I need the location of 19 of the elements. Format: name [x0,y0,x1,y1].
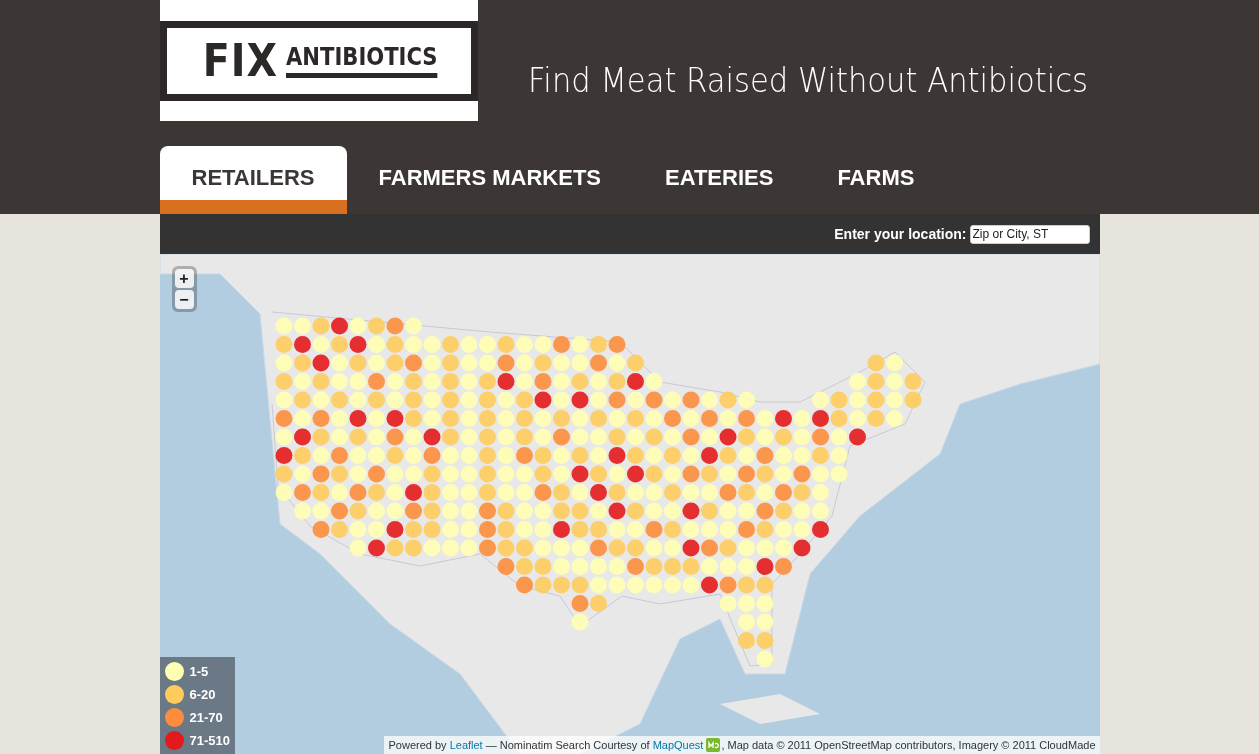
legend-label: 6-20 [189,687,216,702]
attribution-link[interactable]: Leaflet [449,739,483,751]
legend-label: 71-510 [189,733,230,748]
location-input[interactable]: Zip or City, ST [969,224,1090,244]
nav-tab[interactable]: RETAILERS [159,146,347,214]
mapquest-logo-icon [706,738,721,752]
location-label: Enter your location: [834,226,967,242]
nav-tab[interactable]: FARMS [805,146,947,214]
attribution-link[interactable]: MapQuest [652,739,704,751]
legend-label: 1-5 [189,664,209,679]
legend-label: 21-70 [189,710,223,725]
zoom-out-button[interactable]: − [174,290,194,309]
map-attribution: Powered by Leaflet — Nominatim Search Courtesy of MapQuest , Map data © 2011 OpenStreetMap contributors, Imagery © 2011 CloudMade [384,736,1100,754]
nav-tab[interactable]: EATERIES [633,146,806,214]
nav-tab[interactable]: FARMERS MARKETS [346,146,633,214]
page-title: Find Meat Raised Without Antibiotics [527,60,1088,100]
zoom-in-button[interactable]: + [174,269,194,288]
logo-text: ANTIBIOTICS [286,43,438,78]
logo-text: FIX [202,35,279,86]
